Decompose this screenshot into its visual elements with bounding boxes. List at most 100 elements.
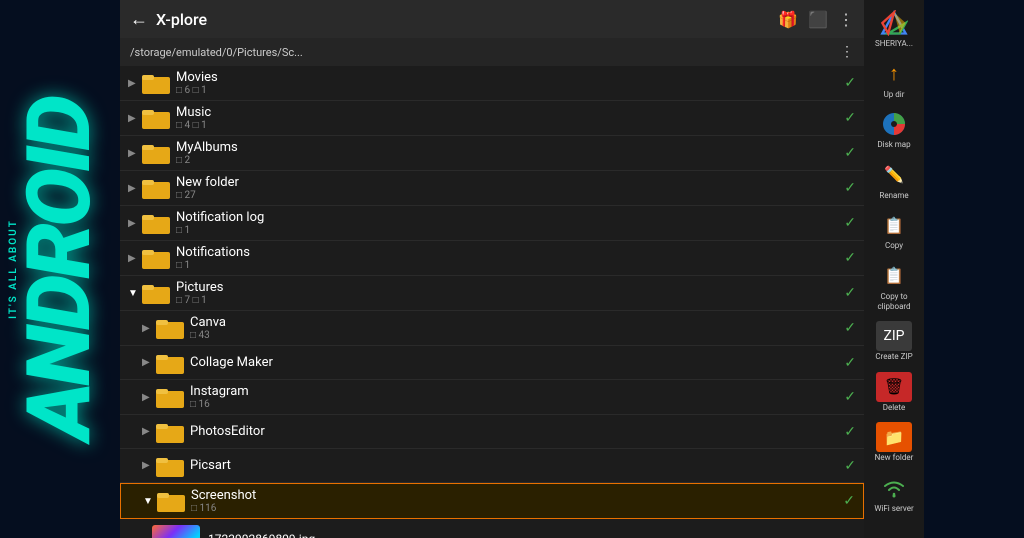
file-info: New folder □ 27 bbox=[176, 175, 838, 201]
checkmark-icon: ✓ bbox=[844, 285, 856, 301]
toolbar-item-diskmap[interactable]: Disk map bbox=[864, 105, 924, 154]
toolbar-item-updir[interactable]: ↑ Up dir bbox=[864, 55, 924, 104]
copy-clipboard-icon: 📋 bbox=[876, 261, 912, 291]
file-meta: □ 6 □ 1 bbox=[176, 85, 838, 96]
checkmark-icon: ✓ bbox=[844, 75, 856, 91]
toolbar-label-drive: SHERIYA... bbox=[875, 39, 913, 49]
create-zip-icon: ZIP bbox=[876, 321, 912, 351]
file-name: Picsart bbox=[190, 458, 838, 473]
folder-icon bbox=[142, 212, 170, 234]
list-item[interactable]: ▶ MyAlbums □ 2 ✓ bbox=[120, 136, 864, 171]
toolbar-item-copy[interactable]: 📋 Copy bbox=[864, 206, 924, 255]
back-button[interactable]: ← bbox=[130, 9, 148, 30]
toolbar-label-copy: Copy bbox=[885, 241, 903, 251]
toolbar-item-newfolder[interactable]: 📁 New folder bbox=[864, 418, 924, 467]
file-manager: ← X-plore 🎁 ⬛ ⋮ /storage/emulated/0/Pict… bbox=[120, 0, 864, 538]
new-folder-icon: 📁 bbox=[876, 422, 912, 452]
file-meta: □ 1 bbox=[176, 225, 838, 236]
toolbar-item-wifi[interactable]: WiFi server bbox=[864, 469, 924, 518]
image-preview-row[interactable]: 1723902869809.jpg Aug 17, 6:54 PM 348KB bbox=[120, 519, 864, 538]
file-name: Collage Maker bbox=[190, 355, 838, 370]
layout-icon[interactable]: ⬛ bbox=[808, 10, 828, 29]
checkmark-icon: ✓ bbox=[844, 110, 856, 126]
topbar: ← X-plore 🎁 ⬛ ⋮ bbox=[120, 0, 864, 38]
screenshot-folder-item[interactable]: ▼ Screenshot □ 116 ✓ bbox=[120, 483, 864, 519]
file-info: Notification log □ 1 bbox=[176, 210, 838, 236]
file-name: MyAlbums bbox=[176, 140, 838, 155]
checkmark-icon: ✓ bbox=[844, 320, 856, 336]
checkmark-icon: ✓ bbox=[843, 493, 855, 509]
folder-icon bbox=[142, 72, 170, 94]
folder-icon bbox=[142, 107, 170, 129]
toolbar-label-rename: Rename bbox=[879, 191, 908, 201]
file-info: Pictures □ 7 □ 1 bbox=[176, 280, 838, 306]
toolbar-item-copy-clipboard[interactable]: 📋 Copy to clipboard bbox=[864, 257, 924, 315]
list-item[interactable]: ▶ Collage Maker ✓ bbox=[120, 346, 864, 380]
path-text: /storage/emulated/0/Pictures/Sc... bbox=[130, 46, 834, 59]
image-filename: 1723902869809.jpg bbox=[208, 532, 816, 538]
expand-arrow: ▶ bbox=[128, 253, 142, 264]
checkmark-icon: ✓ bbox=[844, 215, 856, 231]
file-list: ▶ Movies □ 6 □ 1 ✓ ▶ Music □ 4 □ 1 bbox=[120, 66, 864, 538]
file-info: Notifications □ 1 bbox=[176, 245, 838, 271]
folder-icon bbox=[142, 247, 170, 269]
folder-icon bbox=[156, 317, 184, 339]
list-item[interactable]: ▶ PhotosEditor ✓ bbox=[120, 415, 864, 449]
left-decorative-panel: IT'S ALL ABOUT ANDROID bbox=[0, 0, 120, 538]
file-meta: □ 116 bbox=[191, 503, 837, 514]
expand-arrow: ▶ bbox=[142, 426, 156, 437]
list-item[interactable]: ▶ Music □ 4 □ 1 ✓ bbox=[120, 101, 864, 136]
toolbar-label-updir: Up dir bbox=[884, 90, 905, 100]
toolbar-item-rename[interactable]: ✏️ Rename bbox=[864, 156, 924, 205]
list-item[interactable]: ▶ Notification log □ 1 ✓ bbox=[120, 206, 864, 241]
list-item[interactable]: ▶ Picsart ✓ bbox=[120, 449, 864, 483]
folder-icon bbox=[142, 177, 170, 199]
file-meta: □ 16 bbox=[190, 399, 838, 410]
folder-icon bbox=[156, 352, 184, 374]
file-name: New folder bbox=[176, 175, 838, 190]
expand-arrow: ▼ bbox=[128, 288, 142, 299]
toolbar-item-drive[interactable]: SHERIYA... bbox=[864, 4, 924, 53]
google-drive-icon bbox=[876, 8, 912, 38]
expand-arrow: ▶ bbox=[128, 78, 142, 89]
expand-arrow: ▶ bbox=[142, 460, 156, 471]
file-meta: □ 7 □ 1 bbox=[176, 295, 838, 306]
file-name: Pictures bbox=[176, 280, 838, 295]
expand-arrow: ▶ bbox=[128, 113, 142, 124]
list-item[interactable]: ▶ Notifications □ 1 ✓ bbox=[120, 241, 864, 276]
toolbar-label-newfolder: New folder bbox=[875, 453, 914, 463]
path-more-icon[interactable]: ⋮ bbox=[840, 44, 854, 60]
file-info: PhotosEditor bbox=[190, 424, 838, 439]
up-dir-icon: ↑ bbox=[876, 59, 912, 89]
checkmark-icon: ✓ bbox=[844, 145, 856, 161]
file-info: Collage Maker bbox=[190, 355, 838, 370]
folder-icon bbox=[156, 386, 184, 408]
list-item[interactable]: ▼ Pictures □ 7 □ 1 ✓ bbox=[120, 276, 864, 311]
checkmark-icon: ✓ bbox=[844, 424, 856, 440]
file-info: Canva □ 43 bbox=[190, 315, 838, 341]
checkmark-icon: ✓ bbox=[844, 180, 856, 196]
file-name: Notifications bbox=[176, 245, 838, 260]
copy-icon: 📋 bbox=[876, 210, 912, 240]
list-item[interactable]: ▶ Instagram □ 16 ✓ bbox=[120, 380, 864, 415]
file-name: Canva bbox=[190, 315, 838, 330]
toolbar-item-createzip[interactable]: ZIP Create ZIP bbox=[864, 317, 924, 366]
file-meta: □ 27 bbox=[176, 190, 838, 201]
more-options-icon[interactable]: ⋮ bbox=[838, 10, 854, 29]
phone-screen: ← X-plore 🎁 ⬛ ⋮ /storage/emulated/0/Pict… bbox=[120, 0, 924, 538]
list-item[interactable]: ▶ Movies □ 6 □ 1 ✓ bbox=[120, 66, 864, 101]
checkmark-icon: ✓ bbox=[844, 355, 856, 371]
expand-arrow: ▶ bbox=[128, 148, 142, 159]
folder-icon bbox=[142, 282, 170, 304]
file-meta: □ 1 bbox=[176, 260, 838, 271]
rename-icon: ✏️ bbox=[876, 160, 912, 190]
folder-icon bbox=[156, 421, 184, 443]
gift-icon[interactable]: 🎁 bbox=[778, 10, 798, 29]
toolbar-item-delete[interactable]: 🗑 Delete bbox=[864, 368, 924, 417]
file-meta: □ 4 □ 1 bbox=[176, 120, 838, 131]
list-item[interactable]: ▶ New folder □ 27 ✓ bbox=[120, 171, 864, 206]
delete-icon: 🗑 bbox=[876, 372, 912, 402]
list-item[interactable]: ▶ Canva □ 43 ✓ bbox=[120, 311, 864, 346]
android-text: ANDROID bbox=[16, 99, 104, 440]
file-info: MyAlbums □ 2 bbox=[176, 140, 838, 166]
